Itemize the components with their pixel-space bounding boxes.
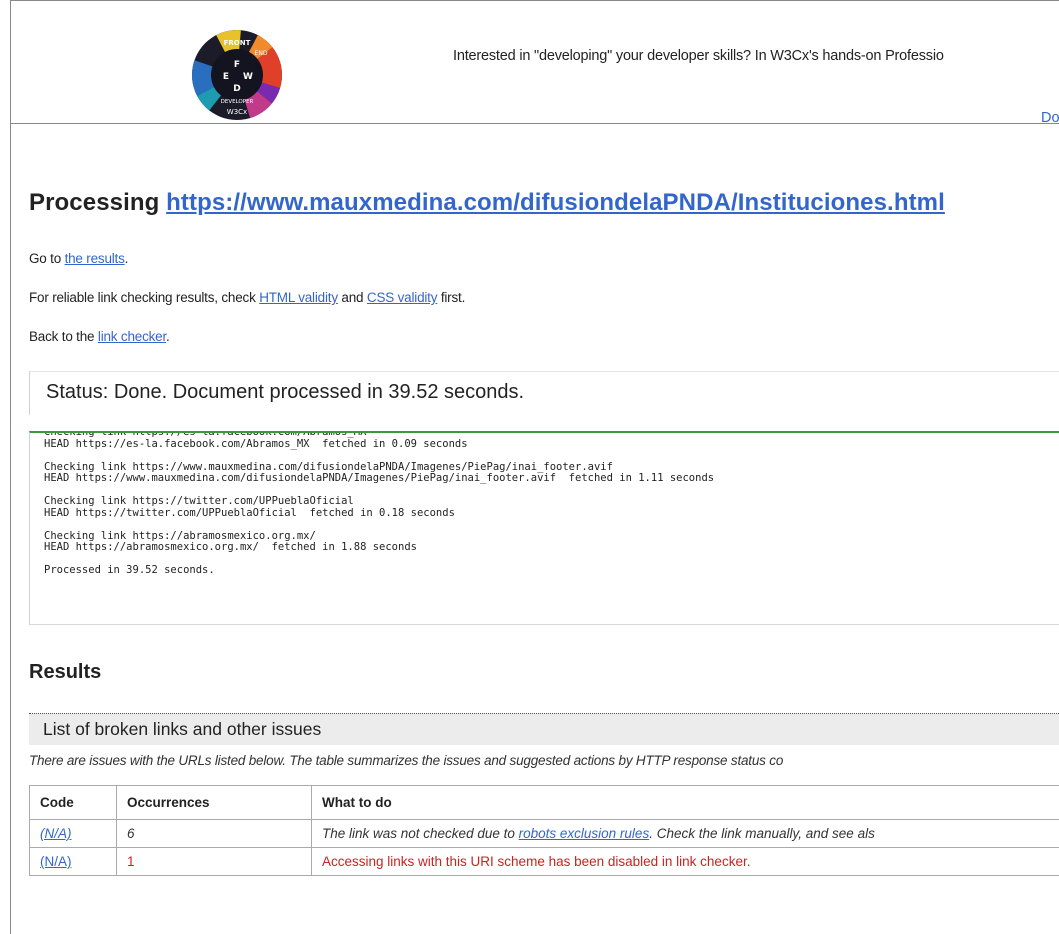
logo-letter-4: D [233, 84, 240, 94]
logo-brand-text: W3Cx [227, 108, 247, 116]
front-end-developer-logo[interactable]: FRONT END F E W D DEVELOPER W3Cx [191, 29, 283, 121]
reliable-prefix: For reliable link checking results, chec… [29, 290, 260, 305]
logo-letter-3: W [243, 72, 253, 82]
col-occurrences-header: Occurrences [116, 785, 312, 820]
reliable-suffix: first. [437, 290, 466, 305]
table-row: (N/A) 6 The link was not checked due to … [29, 819, 1059, 848]
back-prefix: Back to the [29, 329, 98, 344]
code-link[interactable]: (N/A) [40, 854, 72, 869]
page-frame: FRONT END F E W D DEVELOPER W3Cx Interes… [10, 0, 1059, 934]
processing-heading: Processing https://www.mauxmedina.com/di… [29, 189, 945, 217]
occurrences-cell: 1 [116, 847, 312, 876]
what-to-do-suffix: . Check the link manually, and see als [649, 826, 875, 841]
issues-table: Code Occurrences What to do (N/A) 6 The … [29, 785, 1059, 876]
progress-log[interactable]: Checking link https://es-la.facebook.com… [29, 431, 1059, 625]
occurrences-cell: 6 [116, 819, 312, 848]
back-suffix: . [166, 329, 170, 344]
logo-letter-2: E [223, 72, 229, 82]
code-cell: (N/A) [29, 819, 117, 848]
table-header-row: Code Occurrences What to do [29, 785, 1059, 820]
processed-url-link[interactable]: https://www.mauxmedina.com/difusiondelaP… [166, 189, 945, 216]
back-line: Back to the link checker. [29, 329, 170, 344]
robots-exclusion-link[interactable]: robots exclusion rules [519, 826, 650, 841]
what-to-do-cell: Accessing links with this URI scheme has… [311, 847, 1059, 876]
reliable-mid: and [337, 290, 367, 305]
what-to-do-cell: The link was not checked due to robots e… [311, 819, 1059, 848]
promo-banner: FRONT END F E W D DEVELOPER W3Cx Interes… [11, 21, 1059, 126]
issues-title: List of broken links and other issues [43, 719, 322, 739]
status-message: Status: Done. Document processed in 39.5… [46, 381, 525, 403]
table-row: (N/A) 1 Accessing links with this URI sc… [29, 847, 1059, 876]
css-validity-link[interactable]: CSS validity [367, 290, 438, 305]
what-to-do-prefix: The link was not checked due to [322, 826, 519, 841]
reliability-note: For reliable link checking results, chec… [29, 290, 465, 305]
promo-text: Interested in "developing" your develope… [453, 48, 944, 64]
logo-bottom-text: DEVELOPER [221, 99, 254, 105]
logo-side-text: END [255, 50, 268, 57]
issues-header: List of broken links and other issues [29, 713, 1059, 745]
processing-label: Processing [29, 189, 167, 216]
issues-summary: There are issues with the URLs listed be… [29, 753, 784, 768]
goto-suffix: . [124, 251, 129, 266]
goto-results-line: Go to the results. [29, 251, 128, 266]
banner-divider [11, 123, 1059, 124]
col-code-header: Code [29, 785, 117, 820]
progress-log-text: Checking link https://es-la.facebook.com… [44, 431, 715, 576]
logo-top-text: FRONT [224, 39, 251, 47]
results-heading: Results [29, 661, 102, 683]
goto-prefix: Go to [29, 251, 65, 266]
results-link[interactable]: the results [65, 251, 125, 266]
html-validity-link[interactable]: HTML validity [259, 290, 338, 305]
code-link[interactable]: (N/A) [40, 826, 72, 841]
code-cell: (N/A) [29, 847, 117, 876]
status-box: Status: Done. Document processed in 39.5… [29, 371, 1059, 415]
link-checker-link[interactable]: link checker [98, 329, 166, 344]
logo-letter-1: F [234, 60, 240, 70]
col-what-to-do-header: What to do [311, 785, 1059, 820]
